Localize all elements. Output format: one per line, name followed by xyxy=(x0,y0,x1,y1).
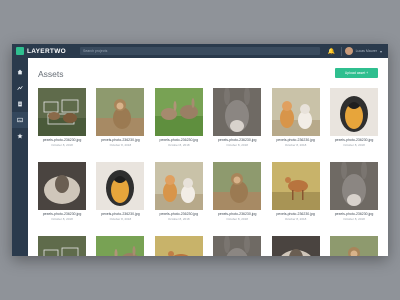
asset-card[interactable] xyxy=(96,236,145,256)
asset-date: October 8, 2018 xyxy=(168,143,190,147)
asset-card[interactable] xyxy=(38,236,86,256)
star-icon xyxy=(17,133,23,139)
asset-thumbnail[interactable] xyxy=(154,88,203,136)
search-input[interactable] xyxy=(80,47,320,55)
asset-thumbnail[interactable] xyxy=(154,162,203,210)
asset-thumbnail[interactable] xyxy=(96,88,145,136)
asset-date: October 8, 2018 xyxy=(109,217,132,221)
asset-filename: pexels-photo-236230.jpg xyxy=(42,138,82,142)
asset-filename: pexels-photo-236230.jpg xyxy=(217,138,257,142)
bell-icon[interactable]: 🔔 xyxy=(326,48,338,55)
asset-filename: pexels-photo-236230.jpg xyxy=(159,212,199,216)
asset-card[interactable] xyxy=(271,236,320,256)
brand-name: LAYERTWO xyxy=(27,47,66,55)
home-icon xyxy=(17,69,23,75)
asset-thumbnail[interactable] xyxy=(213,162,262,210)
asset-date: October 8, 2018 xyxy=(51,217,73,221)
asset-card[interactable] xyxy=(213,236,262,256)
asset-date: October 8, 2018 xyxy=(109,143,132,147)
main-content: Assets Upload asset + pexels-photo-23623… xyxy=(28,58,388,256)
chevron-down-icon[interactable]: ▾ xyxy=(380,49,382,54)
asset-date: October 8, 2018 xyxy=(284,143,307,147)
asset-date: October 8, 2018 xyxy=(343,143,365,147)
asset-filename: pexels-photo-236230.jpg xyxy=(159,138,199,142)
asset-card[interactable]: pexels-photo-236230.jpg October 8, 2018 xyxy=(271,88,320,147)
asset-card[interactable] xyxy=(330,236,378,256)
asset-card[interactable]: pexels-photo-236230.jpg October 8, 2018 xyxy=(330,162,378,221)
asset-thumbnail[interactable] xyxy=(213,88,262,136)
asset-card[interactable]: pexels-photo-236230.jpg October 8, 2018 xyxy=(154,88,203,147)
avatar[interactable] xyxy=(344,47,353,55)
sidebar-item-assets[interactable] xyxy=(12,112,28,128)
asset-filename: pexels-photo-236230.jpg xyxy=(334,138,374,142)
asset-card[interactable]: pexels-photo-236230.jpg October 8, 2018 xyxy=(271,162,320,221)
asset-card[interactable]: pexels-photo-236230.jpg October 8, 2018 xyxy=(154,162,203,221)
app-window: LAYERTWO 🔔 Lucas Maurer ▾ Assets Upload xyxy=(12,44,388,256)
top-bar: LAYERTWO 🔔 Lucas Maurer ▾ xyxy=(12,44,388,58)
asset-thumbnail[interactable] xyxy=(330,236,378,256)
sidebar xyxy=(12,58,28,256)
asset-card[interactable]: pexels-photo-236230.jpg October 8, 2018 xyxy=(96,162,145,221)
asset-filename: pexels-photo-236230.jpg xyxy=(276,138,315,142)
asset-filename: pexels-photo-236230.jpg xyxy=(101,212,140,216)
asset-card[interactable]: pexels-photo-236230.jpg October 8, 2018 xyxy=(38,162,86,221)
logo-icon xyxy=(16,47,24,55)
asset-thumbnail[interactable] xyxy=(213,236,262,256)
asset-date: October 8, 2018 xyxy=(226,143,248,147)
asset-thumbnail[interactable] xyxy=(271,88,320,136)
asset-card[interactable]: pexels-photo-236230.jpg October 8, 2018 xyxy=(213,162,262,221)
asset-thumbnail[interactable] xyxy=(271,162,320,210)
asset-filename: pexels-photo-236230.jpg xyxy=(276,212,315,216)
sidebar-item-home[interactable] xyxy=(12,64,28,80)
asset-thumbnail[interactable] xyxy=(38,162,86,210)
asset-thumbnail[interactable] xyxy=(271,236,320,256)
asset-date: October 8, 2018 xyxy=(343,217,365,221)
upload-asset-button[interactable]: Upload asset + xyxy=(335,68,378,78)
sidebar-item-documents[interactable] xyxy=(12,96,28,112)
asset-date: October 8, 2018 xyxy=(51,143,73,147)
asset-card[interactable] xyxy=(154,236,203,256)
asset-thumbnail[interactable] xyxy=(38,236,86,256)
sidebar-item-favorites[interactable] xyxy=(12,128,28,144)
asset-card[interactable]: pexels-photo-236230.jpg October 8, 2018 xyxy=(38,88,86,147)
asset-date: October 8, 2018 xyxy=(284,217,307,221)
asset-thumbnail[interactable] xyxy=(96,236,145,256)
asset-thumbnail[interactable] xyxy=(330,162,378,210)
page-title: Assets xyxy=(38,69,64,79)
image-icon xyxy=(17,117,23,123)
asset-filename: pexels-photo-236230.jpg xyxy=(42,212,82,216)
asset-filename: pexels-photo-236230.jpg xyxy=(334,212,374,216)
divider xyxy=(340,46,342,56)
asset-card[interactable]: pexels-photo-236230.jpg October 8, 2018 xyxy=(213,88,262,147)
sidebar-item-charts[interactable] xyxy=(12,80,28,96)
logo[interactable]: LAYERTWO xyxy=(12,47,76,55)
asset-filename: pexels-photo-236230.jpg xyxy=(217,212,257,216)
asset-thumbnail[interactable] xyxy=(96,162,145,210)
asset-card[interactable]: pexels-photo-236230.jpg October 8, 2018 xyxy=(96,88,145,147)
asset-date: October 8, 2018 xyxy=(226,217,248,221)
asset-thumbnail[interactable] xyxy=(154,236,203,256)
asset-thumbnail[interactable] xyxy=(330,88,378,136)
asset-card[interactable]: pexels-photo-236230.jpg October 8, 2018 xyxy=(330,88,378,147)
asset-thumbnail[interactable] xyxy=(38,88,86,136)
chart-icon xyxy=(17,85,23,91)
user-name[interactable]: Lucas Maurer xyxy=(356,49,377,53)
document-icon xyxy=(18,101,22,107)
asset-date: October 8, 2018 xyxy=(168,217,190,221)
asset-filename: pexels-photo-236230.jpg xyxy=(101,138,140,142)
